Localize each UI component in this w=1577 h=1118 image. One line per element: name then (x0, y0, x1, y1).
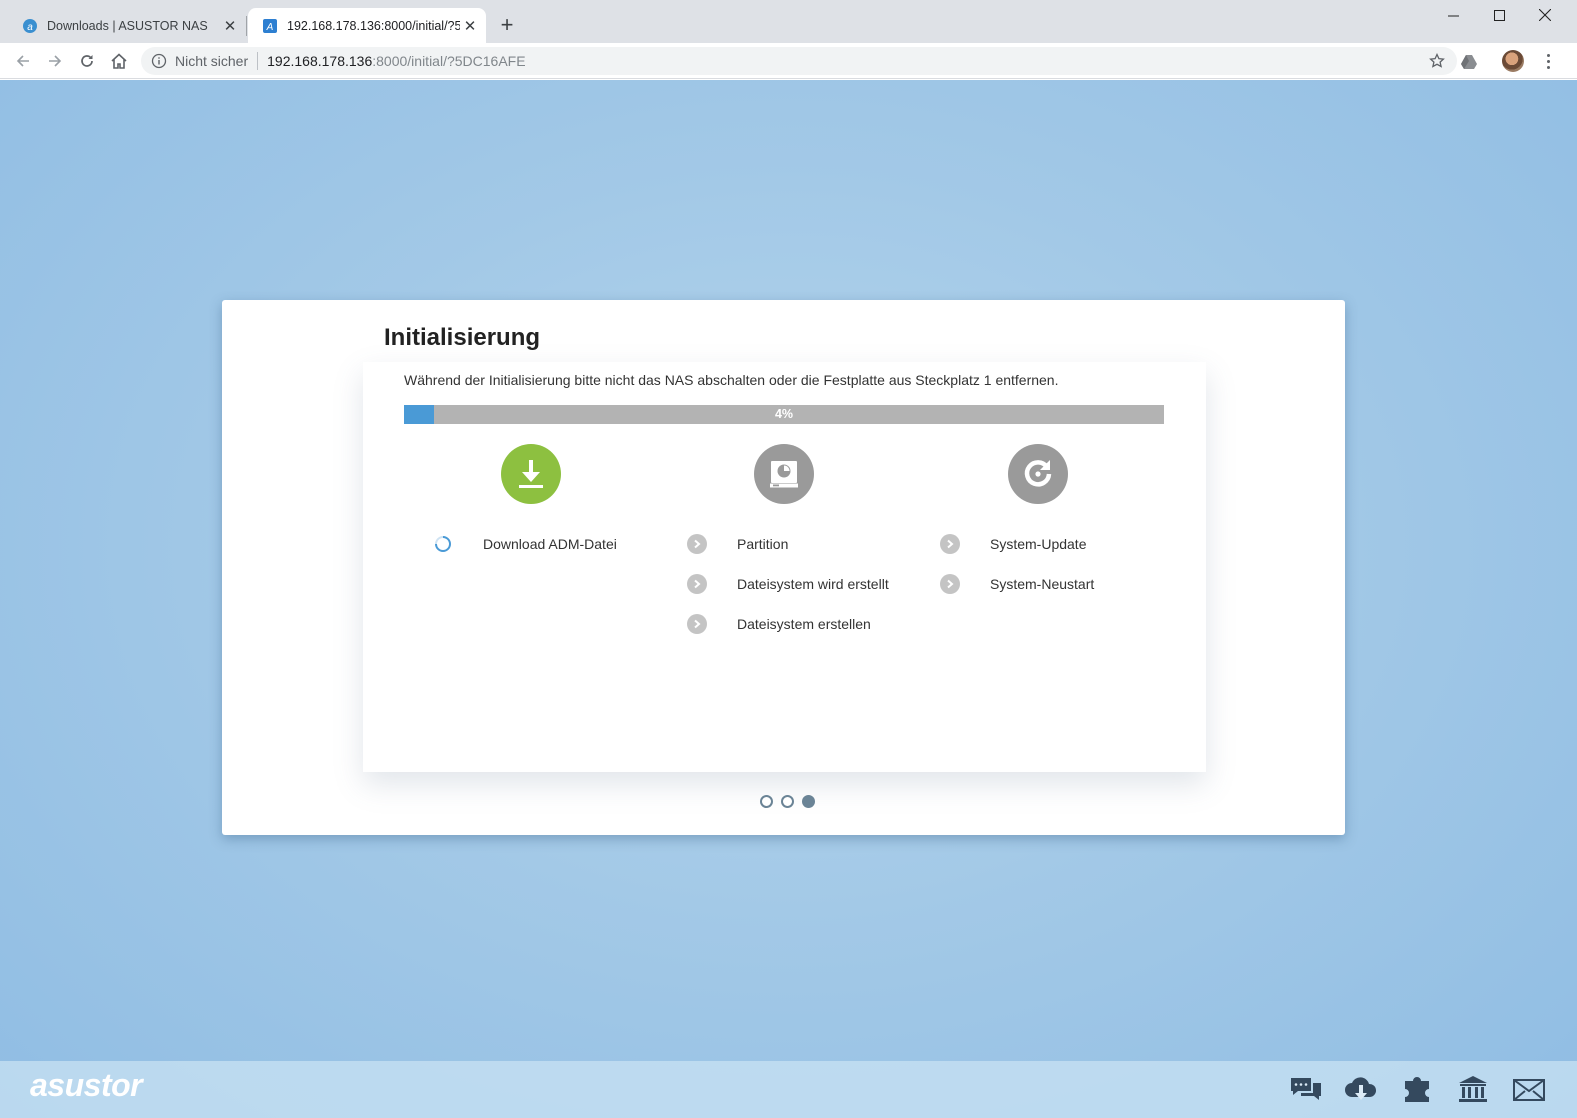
tab-close-icon[interactable]: ✕ (220, 16, 240, 36)
asustor-favicon-icon: a (23, 18, 37, 33)
google-drive-extension-icon[interactable] (1459, 52, 1479, 72)
asustor-logo: asustor (30, 1067, 143, 1103)
home-icon (111, 53, 127, 69)
progress-bar: 4% (404, 405, 1164, 424)
address-divider (257, 52, 259, 70)
chevron-right-icon (940, 574, 960, 594)
tab-title: 192.168.178.136:8000/initial/?5DC16AFE (287, 18, 460, 33)
maximize-button[interactable] (1476, 0, 1522, 30)
back-button[interactable] (11, 49, 35, 73)
chat-icon[interactable] (1289, 1075, 1323, 1103)
chevron-right-icon (687, 574, 707, 594)
cloud-download-icon[interactable] (1344, 1075, 1378, 1103)
asustor-favicon-icon: A (263, 18, 277, 33)
minimize-icon (1447, 15, 1459, 16)
arrow-left-icon (16, 55, 29, 67)
home-button[interactable] (107, 49, 131, 73)
svg-text:a: a (27, 22, 33, 33)
new-tab-button[interactable]: + (496, 14, 518, 36)
chevron-right-icon (940, 534, 960, 554)
step-label: Dateisystem erstellen (737, 616, 871, 632)
pager-dot-3[interactable] (802, 795, 815, 808)
url-path: :8000/initial/?5DC16AFE (372, 53, 526, 69)
step-label: Download ADM-Datei (483, 536, 617, 552)
download-stage-icon (501, 444, 561, 504)
maximize-icon (1493, 9, 1505, 21)
step-system-restart: System-Neustart (940, 572, 1094, 596)
minimize-button[interactable] (1430, 0, 1476, 30)
bookmark-star-icon[interactable] (1429, 53, 1445, 69)
tab-downloads[interactable]: a Downloads | ASUSTOR NAS ✕ (8, 8, 246, 43)
step-system-update: System-Update (940, 532, 1086, 556)
forward-button[interactable] (43, 49, 67, 73)
disk-stage-icon (754, 444, 814, 504)
browser-menu-button[interactable] (1540, 51, 1556, 71)
step-pager (760, 795, 815, 808)
pager-dot-1[interactable] (760, 795, 773, 808)
initialization-notice: Während der Initialisierung bitte nicht … (404, 372, 1059, 388)
step-label: System-Update (990, 536, 1087, 552)
tab-title: Downloads | ASUSTOR NAS (47, 18, 208, 33)
restart-icon (1024, 460, 1052, 487)
chevron-right-icon (687, 614, 707, 634)
url-host: 192.168.178.136 (267, 53, 373, 69)
tab-divider (246, 16, 247, 36)
close-window-button[interactable] (1522, 0, 1568, 30)
step-filesystem-creating: Dateisystem wird erstellt (687, 572, 889, 596)
hard-disk-icon (770, 461, 798, 488)
download-icon (519, 460, 543, 488)
page-title: Initialisierung (384, 324, 541, 351)
profile-avatar[interactable] (1502, 50, 1524, 72)
progress-label: 4% (774, 407, 794, 421)
svg-text:A: A (266, 22, 274, 33)
step-filesystem-create: Dateisystem erstellen (687, 612, 871, 636)
nas-initial-setup-page: Initialisierung Während der Initialisier… (0, 80, 1577, 1118)
step-partition: Partition (687, 532, 788, 556)
arrow-right-icon (49, 55, 62, 67)
address-bar[interactable]: Nicht sicher 192.168.178.136:8000/initia… (141, 47, 1457, 75)
step-label: System-Neustart (990, 576, 1095, 592)
restart-stage-icon (1008, 444, 1068, 504)
mail-icon[interactable] (1512, 1075, 1546, 1103)
reload-icon (81, 55, 93, 67)
browser-tab-strip: a Downloads | ASUSTOR NAS ✕ A 192.168.17… (0, 0, 1577, 43)
bank-icon[interactable] (1456, 1075, 1490, 1103)
close-icon (1539, 9, 1551, 21)
pager-dot-2[interactable] (781, 795, 794, 808)
loading-spinner-icon (433, 534, 453, 554)
initialization-card: Initialisierung Während der Initialisier… (222, 300, 1345, 835)
browser-toolbar: Nicht sicher 192.168.178.136:8000/initia… (0, 43, 1577, 79)
reload-button[interactable] (75, 49, 99, 73)
info-icon[interactable] (151, 53, 167, 69)
footer-bar: asustor (0, 1061, 1577, 1118)
plugin-icon[interactable] (1400, 1075, 1434, 1103)
tab-initial[interactable]: A 192.168.178.136:8000/initial/?5DC16AFE… (248, 8, 486, 43)
security-label: Nicht sicher (175, 53, 249, 69)
chevron-right-icon (687, 534, 707, 554)
step-download-adm: Download ADM-Datei (433, 532, 617, 556)
step-label: Dateisystem wird erstellt (737, 576, 889, 592)
tab-close-icon[interactable]: ✕ (460, 16, 480, 36)
step-label: Partition (737, 536, 789, 552)
